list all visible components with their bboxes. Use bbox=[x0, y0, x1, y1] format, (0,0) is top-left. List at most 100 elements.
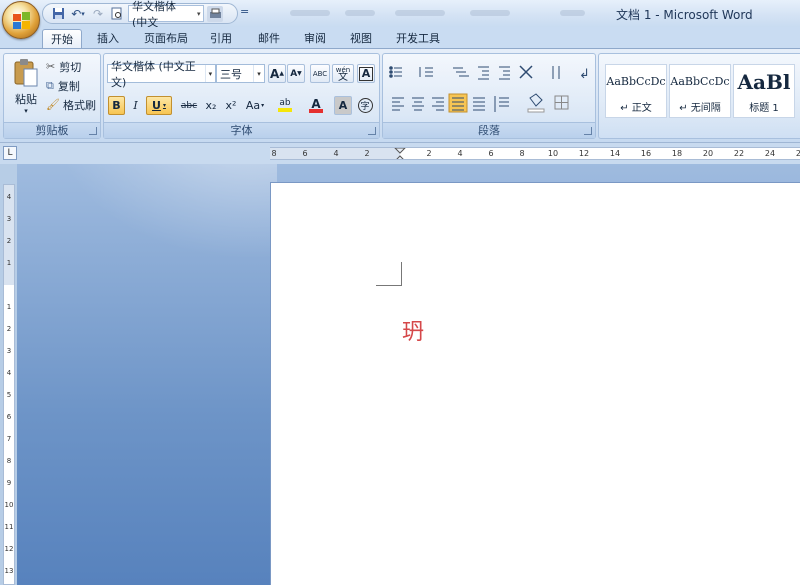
vruler-tick-label: 1 bbox=[6, 259, 12, 267]
clipboard-launcher-icon[interactable] bbox=[89, 127, 97, 135]
char-border-icon: A bbox=[358, 66, 374, 81]
paste-label: 粘贴 bbox=[15, 93, 37, 106]
shrink-font-button[interactable]: A ▼ bbox=[287, 64, 305, 83]
italic-icon: I bbox=[133, 99, 138, 112]
highlight-color-bar bbox=[278, 108, 292, 112]
vruler-tick-label: 12 bbox=[4, 545, 14, 553]
show-marks-icon: ↲ bbox=[579, 67, 590, 82]
style-normal-name: ↵ 正文 bbox=[620, 103, 652, 114]
print-icon[interactable] bbox=[207, 5, 223, 22]
paragraph-launcher-icon[interactable] bbox=[584, 127, 592, 135]
tab-home[interactable]: 开始 bbox=[42, 29, 82, 49]
superscript-button[interactable]: x² bbox=[222, 96, 240, 115]
line-spacing-icon bbox=[494, 96, 509, 112]
shading-color-bar bbox=[527, 108, 545, 113]
style-no-spacing-name: ↵ 无间隔 bbox=[679, 103, 721, 114]
tab-review[interactable]: 审阅 bbox=[297, 29, 333, 49]
font-color-button[interactable]: A bbox=[302, 96, 330, 115]
paragraph-icons: ↲ bbox=[389, 65, 590, 113]
vruler-tick-label: 2 bbox=[6, 237, 12, 245]
italic-button[interactable]: I bbox=[127, 96, 144, 115]
font-size-combo[interactable]: 三号 ▾ bbox=[216, 64, 265, 83]
font-color-bar bbox=[309, 108, 323, 113]
tab-page-layout[interactable]: 页面布局 bbox=[138, 29, 194, 49]
scissors-icon: ✂ bbox=[46, 60, 56, 73]
grow-font-button[interactable]: A ▲ bbox=[268, 64, 286, 83]
bold-button[interactable]: B bbox=[108, 96, 125, 115]
qat-font-combo[interactable]: 华文楷体 (中文 ▾ bbox=[128, 0, 204, 29]
subscript-button[interactable]: x₂ bbox=[202, 96, 220, 115]
redo-icon[interactable]: ↷ bbox=[90, 6, 106, 22]
font-group-label: 字体 bbox=[104, 122, 379, 138]
enclose-char-button[interactable]: 字 bbox=[356, 96, 374, 115]
font-launcher-icon[interactable] bbox=[368, 127, 376, 135]
char-border-button[interactable]: A bbox=[357, 64, 375, 83]
change-case-icon: Aa bbox=[245, 99, 261, 112]
tab-selector-button[interactable]: L bbox=[3, 146, 17, 160]
grow-font-icon: A bbox=[270, 66, 280, 81]
style-heading-1-name: 标题 1 bbox=[749, 103, 779, 114]
copy-button[interactable]: ⧉ 复制 bbox=[46, 77, 80, 94]
bullets-icon bbox=[389, 66, 402, 78]
borders-icon bbox=[554, 95, 569, 110]
multilevel-list-icon bbox=[453, 67, 469, 77]
clipboard-group-label: 剪贴板 bbox=[4, 122, 100, 138]
copy-icon: ⧉ bbox=[46, 78, 54, 92]
style-no-spacing-preview: AaBbCcDc bbox=[670, 75, 730, 88]
document-page[interactable] bbox=[270, 182, 800, 585]
font-name-value: 华文楷体 (中文正文) bbox=[111, 59, 196, 89]
paste-icon bbox=[14, 59, 38, 87]
vruler-tick-label: 6 bbox=[6, 413, 12, 421]
tab-references[interactable]: 引用 bbox=[203, 29, 239, 49]
vruler-tick-label: 2 bbox=[6, 325, 12, 333]
tab-insert[interactable]: 插入 bbox=[90, 29, 126, 49]
ruler-tick-label: 12 bbox=[578, 149, 590, 158]
increase-indent-icon bbox=[499, 66, 510, 80]
style-normal[interactable]: AaBbCcDc ↵ 正文 bbox=[605, 64, 667, 118]
char-shading-button[interactable]: A bbox=[334, 96, 352, 115]
shrink-font-icon: A bbox=[290, 68, 298, 79]
change-case-button[interactable]: Aa ▾ bbox=[242, 96, 268, 115]
style-heading-1[interactable]: AaBl 标题 1 bbox=[733, 64, 795, 118]
vruler-tick-label: 13 bbox=[4, 567, 14, 575]
format-painter-label: 格式刷 bbox=[62, 98, 96, 112]
format-painter-button[interactable]: 🖌 格式刷 bbox=[46, 96, 96, 113]
ruler-tick-label: 24 bbox=[764, 149, 776, 158]
blurred-area bbox=[560, 10, 585, 16]
highlight-button[interactable]: ab bbox=[271, 96, 299, 115]
cut-button[interactable]: ✂ 剪切 bbox=[46, 58, 81, 75]
vruler-tick-label: 5 bbox=[6, 391, 12, 399]
blurred-area bbox=[345, 10, 375, 16]
vruler-tick-label: 3 bbox=[6, 215, 12, 223]
office-button[interactable] bbox=[2, 1, 40, 39]
undo-icon[interactable]: ↶ ▾ bbox=[69, 6, 87, 22]
font-color-icon: A bbox=[311, 96, 321, 111]
vruler-tick-label: 1 bbox=[6, 303, 12, 311]
tab-developer[interactable]: 开发工具 bbox=[388, 29, 448, 49]
ribbon-tabs: 开始 插入 页面布局 引用 邮件 审阅 视图 开发工具 bbox=[0, 27, 800, 49]
strikethrough-button[interactable]: abc bbox=[178, 96, 200, 115]
paste-button[interactable]: 粘贴 ▾ bbox=[8, 58, 44, 116]
ruler-tick-label: 16 bbox=[640, 149, 652, 158]
tab-mailings[interactable]: 邮件 bbox=[251, 29, 287, 49]
clear-format-button[interactable]: ABC bbox=[310, 64, 330, 83]
font-group: 华文楷体 (中文正文) ▾ 三号 ▾ A ▲ A ▼ ABC wén 文 A B I U ▾… bbox=[103, 53, 380, 139]
ruler-tick-label: 4 bbox=[457, 149, 463, 158]
cut-label: 剪切 bbox=[59, 60, 82, 74]
vertical-ruler[interactable]: 4 3 2 1 1 2 3 4 5 6 7 8 9 10 11 12 13 bbox=[3, 184, 15, 585]
ruler-tick-label: 4 bbox=[333, 149, 339, 158]
qat-customize-icon[interactable]: = bbox=[240, 5, 249, 18]
align-center-icon bbox=[412, 97, 424, 111]
font-name-combo[interactable]: 华文楷体 (中文正文) ▾ bbox=[107, 60, 216, 89]
copy-label: 复制 bbox=[57, 79, 80, 93]
tab-view[interactable]: 视图 bbox=[343, 29, 379, 49]
indent-marker-icon[interactable] bbox=[394, 148, 406, 160]
print-preview-icon[interactable] bbox=[109, 6, 125, 22]
horizontal-ruler[interactable]: 86422468101214161820222426 bbox=[270, 147, 800, 160]
style-no-spacing[interactable]: AaBbCcDc ↵ 无间隔 bbox=[669, 64, 731, 118]
document-text[interactable]: 玬 bbox=[402, 314, 424, 346]
save-icon[interactable] bbox=[50, 6, 66, 22]
strikethrough-icon: abc bbox=[180, 100, 198, 111]
phonetic-guide-button[interactable]: wén 文 bbox=[332, 64, 354, 83]
underline-button[interactable]: U ▾ bbox=[146, 96, 172, 115]
